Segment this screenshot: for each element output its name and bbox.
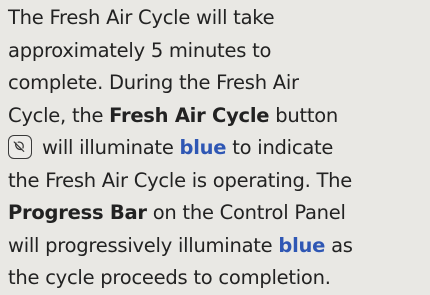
text-line-1: The Fresh Air Cycle will take <box>8 6 275 29</box>
text-line-2: approximately 5 minutes to <box>8 38 272 62</box>
text-line-8: will progressively illuminate blue as <box>8 230 428 263</box>
fresh-air-cycle-icon <box>8 135 32 159</box>
line4-text-pre: Cycle, the <box>8 103 110 127</box>
text-line-4: Cycle, the Fresh Air Cycle button <box>8 100 428 133</box>
line7-text-post: on the Control Panel <box>146 201 346 224</box>
text-line-6: the Fresh Air Cycle is operating. The <box>8 168 353 192</box>
line8-text-post: as <box>325 233 353 257</box>
text-line-9: the cycle proceeds to completion. <box>8 266 331 289</box>
fresh-air-cycle-label: Fresh Air Cycle <box>109 103 270 127</box>
document-page: The Fresh Air Cycle will take approximat… <box>0 0 430 289</box>
line4-text-post: button <box>269 103 339 127</box>
blue-highlight-2: blue <box>278 233 326 257</box>
text-line-3: complete. During the Fresh Air <box>8 71 299 94</box>
blue-highlight: blue <box>179 136 227 159</box>
text-line-5: will illuminate blue to indicate <box>8 132 428 165</box>
line5-text-pre: will illuminate <box>36 136 180 159</box>
instruction-paragraph: The Fresh Air Cycle will take approximat… <box>8 2 428 295</box>
line5-text-post: to indicate <box>226 136 334 159</box>
text-line-7: Progress Bar on the Control Panel <box>8 197 428 230</box>
progress-bar-label: Progress Bar <box>8 201 147 224</box>
fresh-air-cycle-icon-glyph <box>13 141 25 152</box>
line8-text-pre: will progressively illuminate <box>8 233 279 257</box>
